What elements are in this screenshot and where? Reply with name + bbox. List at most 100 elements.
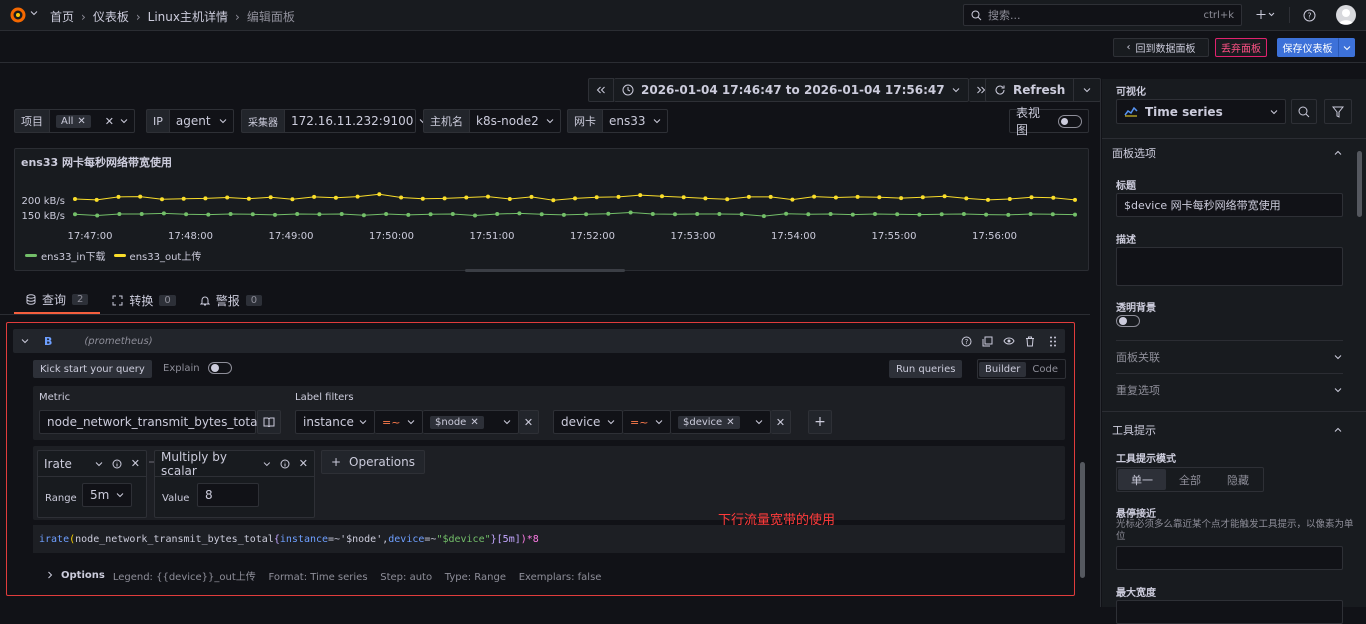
data-point[interactable] <box>746 194 751 199</box>
panel-options-header[interactable]: 面板选项 <box>1112 145 1342 161</box>
data-point[interactable] <box>790 197 795 202</box>
time-back-icon[interactable] <box>588 78 614 102</box>
legend-item-in[interactable]: ens33_in下载 <box>25 248 106 263</box>
data-point[interactable] <box>942 194 947 199</box>
filter-op-select[interactable]: =~ <box>623 410 671 434</box>
repeat-options-section[interactable]: 重复选项 <box>1116 382 1342 398</box>
operation-name[interactable]: Multiply by scalar <box>161 450 263 478</box>
data-point[interactable] <box>1007 197 1012 201</box>
data-point[interactable] <box>295 212 300 216</box>
data-point[interactable] <box>333 195 338 200</box>
chevron-down-icon[interactable] <box>95 460 103 468</box>
chevron-down-icon[interactable] <box>30 9 38 17</box>
max-width-input[interactable] <box>1116 600 1343 624</box>
data-point[interactable] <box>529 194 534 199</box>
data-point[interactable] <box>1028 212 1033 216</box>
data-point[interactable] <box>984 212 989 217</box>
data-point[interactable] <box>964 196 969 201</box>
data-point[interactable] <box>920 195 925 200</box>
help-icon[interactable]: ? <box>961 336 972 347</box>
filter-op-select[interactable]: =~ <box>375 410 423 434</box>
close-icon[interactable]: ✕ <box>299 457 308 470</box>
breadcrumb-dashboard[interactable]: Linux主机详情 <box>148 8 228 25</box>
grafana-logo-icon[interactable] <box>9 6 27 24</box>
data-point[interactable] <box>384 212 389 216</box>
collapse-chevron-icon[interactable] <box>21 337 29 345</box>
data-point[interactable] <box>203 196 208 201</box>
chevron-down-icon[interactable] <box>263 460 271 468</box>
close-icon[interactable]: ✕ <box>726 417 734 428</box>
data-point[interactable] <box>228 212 233 216</box>
options-scrollbar[interactable] <box>1357 151 1362 217</box>
tooltip-mode-all[interactable]: 全部 <box>1166 469 1214 490</box>
tab-query[interactable]: 查询 2 <box>14 286 101 314</box>
panel-links-section[interactable]: 面板关联 <box>1116 349 1342 365</box>
range-select[interactable]: 5m <box>82 483 132 507</box>
back-to-dashboard-button[interactable]: ‹ 回到数据面板 <box>1113 38 1209 57</box>
var-nic-select[interactable]: ens33 <box>602 109 668 133</box>
explain-switch[interactable] <box>207 362 232 374</box>
data-point[interactable] <box>184 212 189 217</box>
data-point[interactable] <box>486 194 490 199</box>
close-icon[interactable]: ✕ <box>131 457 140 470</box>
filter-value-select[interactable]: $node ✕ <box>423 410 519 434</box>
tooltip-section-header[interactable]: 工具提示 <box>1112 422 1342 438</box>
data-point[interactable] <box>561 212 566 217</box>
viz-picker[interactable]: Time series <box>1116 99 1286 124</box>
data-point[interactable] <box>138 194 143 199</box>
breadcrumb-dashboards[interactable]: 仪表板 <box>93 8 129 25</box>
data-point[interactable] <box>573 196 577 201</box>
options-filter-icon[interactable] <box>1324 99 1352 124</box>
title-input[interactable]: $device 网卡每秒网络带宽使用 <box>1116 193 1343 217</box>
data-point[interactable] <box>246 196 251 201</box>
trash-icon[interactable] <box>1025 336 1035 347</box>
query-scrollbar[interactable] <box>1080 462 1085 578</box>
var-collector-select[interactable]: 172.16.11.232:9100 <box>284 109 427 133</box>
table-view-switch[interactable] <box>1058 114 1082 128</box>
data-point[interactable] <box>1073 212 1077 217</box>
data-point[interactable] <box>877 195 882 200</box>
data-point[interactable] <box>1006 212 1011 217</box>
run-queries-button[interactable]: Run queries <box>889 360 963 378</box>
data-point[interactable] <box>768 194 773 199</box>
hover-proximity-input[interactable] <box>1116 546 1343 570</box>
breadcrumb-home[interactable]: 首页 <box>50 8 74 25</box>
kickstart-button[interactable]: Kick start your query <box>33 360 152 378</box>
avatar[interactable] <box>1336 5 1356 25</box>
data-point[interactable] <box>1029 195 1034 200</box>
close-icon[interactable]: ✕ <box>470 417 478 428</box>
data-point[interactable] <box>290 197 295 202</box>
close-icon[interactable]: ✕ <box>77 116 85 127</box>
description-textarea[interactable] <box>1116 247 1343 286</box>
data-point[interactable] <box>873 212 877 216</box>
options-search-icon[interactable] <box>1291 99 1317 124</box>
data-point[interactable] <box>225 195 230 200</box>
data-point[interactable] <box>1050 212 1055 217</box>
remove-filter-icon[interactable]: ✕ <box>771 410 791 434</box>
data-point[interactable] <box>206 212 211 217</box>
metric-select[interactable]: node_network_transmit_bytes_total <box>39 410 269 434</box>
builder-mode-button[interactable]: Builder <box>979 361 1027 377</box>
time-range-button[interactable]: 2026-01-04 17:46:47 to 2026-01-04 17:56:… <box>614 78 969 102</box>
data-point[interactable] <box>116 194 121 199</box>
data-point[interactable] <box>784 211 789 216</box>
tab-alert[interactable]: 警报 0 <box>188 286 274 314</box>
transparent-switch[interactable] <box>1116 315 1140 327</box>
data-point[interactable] <box>399 195 404 200</box>
data-point[interactable] <box>761 214 766 219</box>
data-point[interactable] <box>312 194 317 199</box>
data-point[interactable] <box>273 212 277 217</box>
data-point[interactable] <box>986 197 990 202</box>
data-point[interactable] <box>899 196 904 201</box>
data-point[interactable] <box>650 212 655 216</box>
data-point[interactable] <box>95 213 100 218</box>
data-point[interactable] <box>673 212 677 217</box>
series-line-0[interactable] <box>74 211 1076 217</box>
splitter[interactable] <box>1100 79 1101 607</box>
tooltip-mode-hidden[interactable]: 隐藏 <box>1214 469 1262 490</box>
save-dashboard-button[interactable]: 保存仪表板 <box>1277 38 1338 57</box>
data-point[interactable] <box>464 195 469 200</box>
data-point[interactable] <box>339 212 344 216</box>
data-point[interactable] <box>442 196 447 201</box>
data-point[interactable] <box>961 212 966 216</box>
